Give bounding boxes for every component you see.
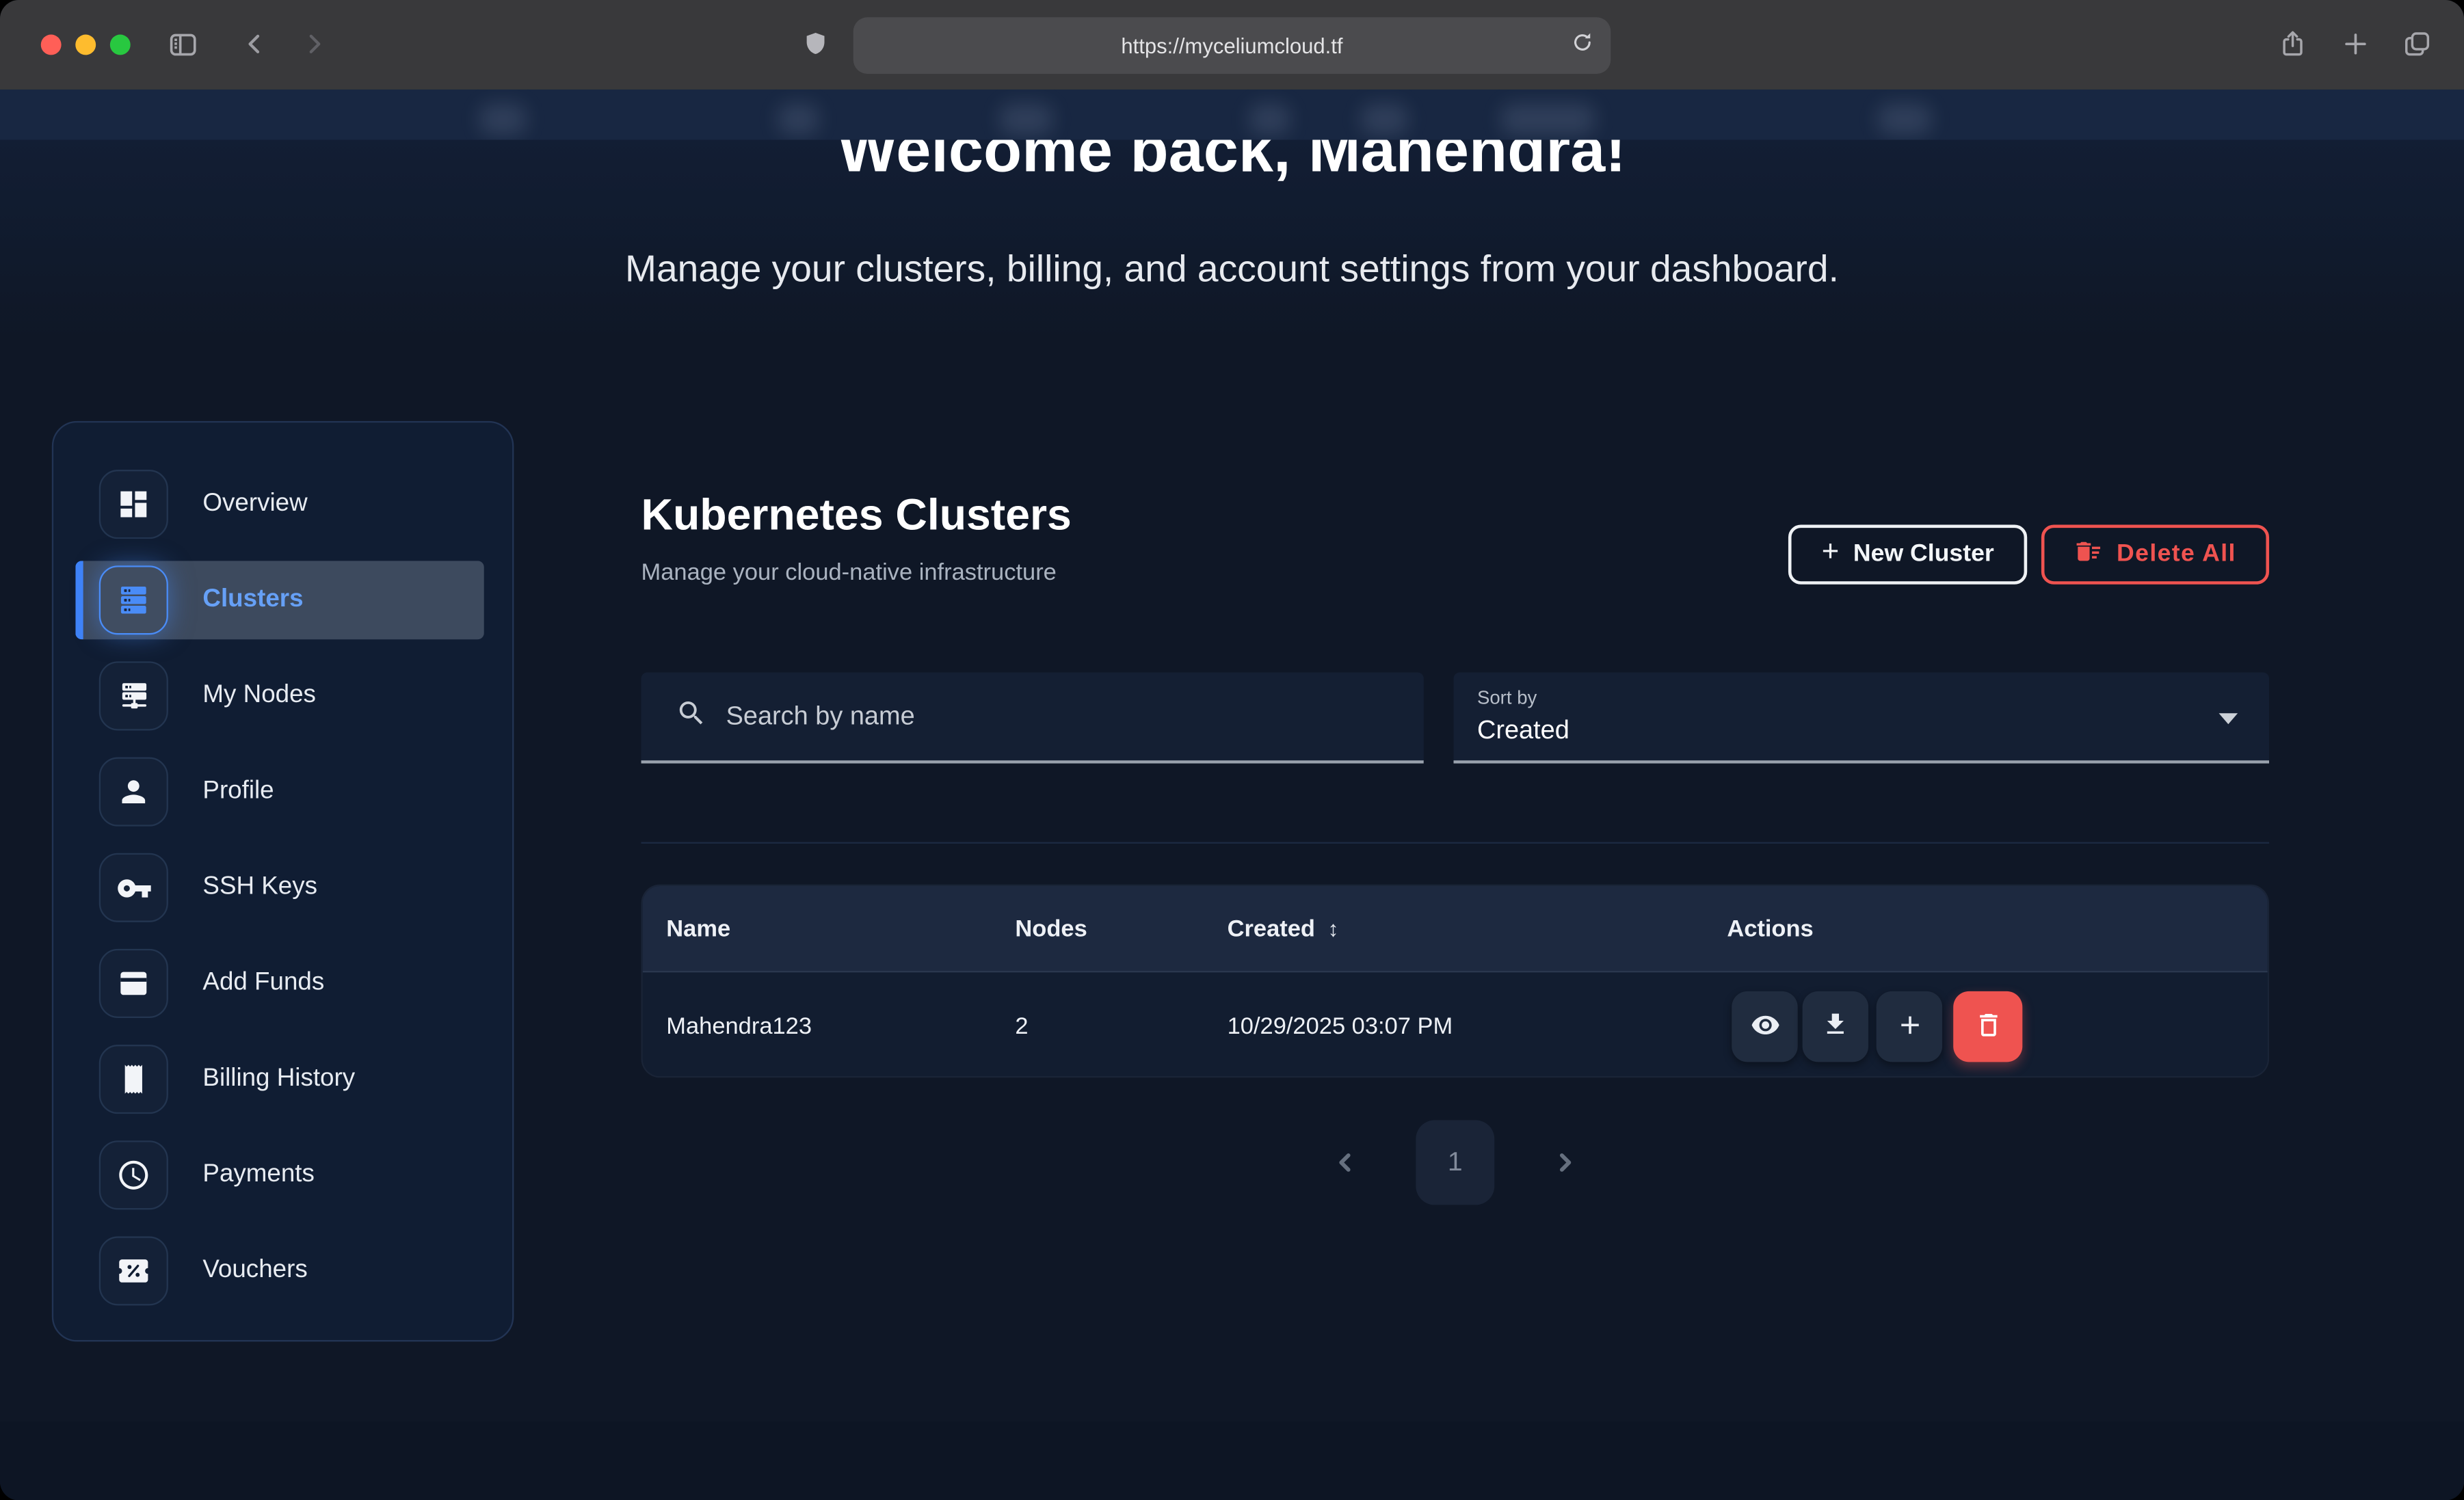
download-icon <box>1821 1010 1849 1043</box>
screen: https://myceliumcloud.tf <box>0 0 2464 1500</box>
shield-icon[interactable] <box>798 27 833 62</box>
search-field[interactable] <box>641 672 1424 763</box>
sidebar-item-label: Vouchers <box>202 1257 307 1285</box>
clusters-icon <box>99 565 168 634</box>
browser-toolbar: https://myceliumcloud.tf <box>0 0 2464 90</box>
receipt-icon <box>99 1045 168 1114</box>
sidebar-item-label: SSH Keys <box>202 874 317 902</box>
delete-sweep-icon <box>2074 537 2102 573</box>
view-icon <box>1750 1009 1780 1044</box>
pagination: 1 <box>641 1119 2270 1205</box>
reload-icon[interactable] <box>1568 28 1596 64</box>
page-title: Kubernetes Clusters <box>641 490 1072 541</box>
zoom-window-button[interactable] <box>110 35 131 55</box>
page-number[interactable]: 1 <box>1416 1119 1494 1204</box>
sidebar-item-payments[interactable]: Payments <box>75 1136 483 1214</box>
blur-blob <box>1878 104 1931 135</box>
browser-window: https://myceliumcloud.tf <box>0 0 2464 1500</box>
sidebar-item-label: Profile <box>202 777 274 805</box>
sort-value: Created <box>1477 716 1569 747</box>
blur-blob <box>479 104 527 135</box>
sort-select[interactable]: Sort by Created <box>1453 672 2269 763</box>
page-subtitle: Manage your cloud-native infrastructure <box>641 559 1057 586</box>
sort-by-label: Sort by <box>1477 686 1537 708</box>
clock-icon <box>99 1140 168 1209</box>
cluster-nodes-cell: 2 <box>1015 972 1028 1077</box>
plus-icon: + <box>1822 536 1840 571</box>
column-header-created[interactable]: Created ↕ <box>1228 886 1339 971</box>
sidebar-item-overview[interactable]: Overview <box>75 465 483 544</box>
delete-icon <box>1973 1009 2003 1044</box>
wallet-icon <box>99 949 168 1018</box>
column-header-actions: Actions <box>1727 886 1813 971</box>
sidebar-item-label: Overview <box>202 490 307 518</box>
blur-blob <box>1500 104 1595 135</box>
nodes-icon <box>99 661 168 730</box>
cluster-created-cell: 10/29/2025 03:07 PM <box>1228 972 1453 1077</box>
dropdown-arrow-icon <box>2219 713 2238 724</box>
address-bar[interactable]: https://myceliumcloud.tf <box>853 17 1611 74</box>
key-icon <box>99 853 168 922</box>
person-icon <box>99 758 168 827</box>
dashboard-icon <box>99 470 168 539</box>
close-window-button[interactable] <box>41 35 62 55</box>
delete-all-button[interactable]: Delete All <box>2041 524 2269 584</box>
clusters-panel: Kubernetes Clusters Manage your cloud-na… <box>641 421 2270 1500</box>
page-content: Welcome back, Mahendra! Manage your clus… <box>0 90 2464 1500</box>
sidebar-item-vouchers[interactable]: Vouchers <box>75 1231 483 1310</box>
new-cluster-button[interactable]: + New Cluster <box>1788 524 2027 584</box>
blur-blob <box>1361 104 1408 135</box>
sidebar-toggle-icon[interactable] <box>165 27 200 62</box>
table-row: Mahendra123 2 10/29/2025 03:07 PM <box>643 971 2268 1077</box>
search-icon <box>676 697 707 736</box>
download-kubeconfig-button[interactable] <box>1803 991 1869 1062</box>
sidebar-item-label: Payments <box>202 1161 314 1189</box>
blur-blob <box>1249 104 1290 135</box>
sidebar-nav: Overview <box>52 421 514 1342</box>
delete-all-label: Delete All <box>2117 540 2236 568</box>
sidebar-item-label: My Nodes <box>202 682 316 710</box>
chevron-right-icon[interactable] <box>1548 1144 1582 1179</box>
cluster-name-cell: Mahendra123 <box>666 972 812 1077</box>
welcome-subtitle: Manage your clusters, billing, and accou… <box>0 247 2464 294</box>
minimize-window-button[interactable] <box>75 35 96 55</box>
sidebar-item-profile[interactable]: Profile <box>75 753 483 831</box>
sort-updown-icon: ↕ <box>1327 916 1338 941</box>
url-text: https://myceliumcloud.tf <box>1121 34 1342 57</box>
view-cluster-button[interactable] <box>1732 991 1798 1062</box>
new-cluster-label: New Cluster <box>1853 540 1994 568</box>
sidebar-item-ssh-keys[interactable]: SSH Keys <box>75 848 483 927</box>
column-header-nodes: Nodes <box>1015 886 1087 971</box>
sidebar-item-my-nodes[interactable]: My Nodes <box>75 656 483 735</box>
chevron-left-icon[interactable] <box>1328 1144 1363 1179</box>
sidebar-item-clusters[interactable]: Clusters <box>75 561 483 639</box>
new-tab-icon[interactable] <box>2338 27 2373 62</box>
add-node-icon <box>1894 1009 1924 1044</box>
forward-icon[interactable] <box>297 27 332 62</box>
top-sticky-band <box>0 90 2464 140</box>
tabs-overview-icon[interactable] <box>2400 27 2435 62</box>
sidebar-item-billing-history[interactable]: Billing History <box>75 1040 483 1119</box>
blur-blob <box>999 104 1052 135</box>
sidebar-item-add-funds[interactable]: Add Funds <box>75 944 483 1023</box>
column-header-name: Name <box>666 886 730 971</box>
sidebar-item-label: Clusters <box>202 586 303 614</box>
sidebar-item-label: Billing History <box>202 1065 355 1093</box>
search-input[interactable] <box>726 701 1355 732</box>
voucher-icon <box>99 1236 168 1305</box>
header-actions: + New Cluster Delete All <box>1788 524 2269 584</box>
section-divider <box>641 842 2270 844</box>
add-node-button[interactable] <box>1877 991 1943 1062</box>
blur-blob <box>778 104 819 135</box>
sidebar-item-label: Add Funds <box>202 969 324 997</box>
back-icon[interactable] <box>237 27 272 62</box>
share-icon[interactable] <box>2275 27 2310 62</box>
clusters-table: Name Nodes Created ↕ Actions Mahendra123… <box>641 885 2270 1078</box>
delete-cluster-button[interactable] <box>1953 991 2022 1062</box>
table-header: Name Nodes Created ↕ Actions <box>643 886 2268 971</box>
